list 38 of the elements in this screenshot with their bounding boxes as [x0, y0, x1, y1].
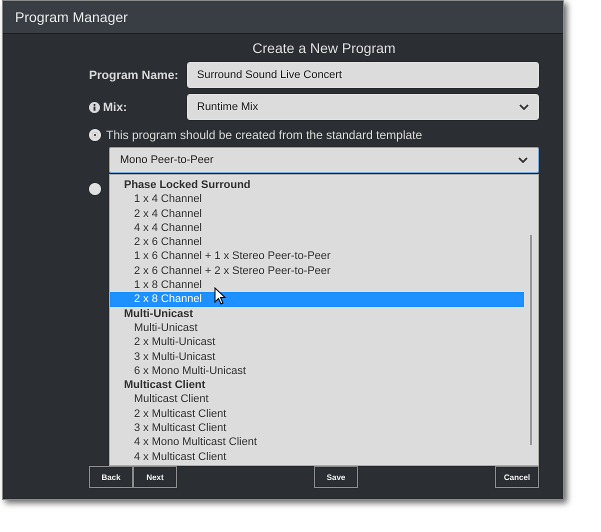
field-label: Mix: — [103, 100, 127, 114]
dialog-button[interactable]: Save — [314, 466, 358, 488]
dropdown-option[interactable]: 2 x Multi-Unicast — [110, 335, 524, 350]
caret-icon — [519, 104, 529, 110]
option-group-label[interactable]: Multi-Unicast — [110, 306, 524, 321]
dropdown-option[interactable]: 2 x 6 Channel — [110, 235, 524, 250]
dropdown-option[interactable]: 4 x Multicast Client — [110, 450, 524, 464]
radio-button[interactable] — [89, 183, 101, 195]
mix-select[interactable]: Runtime Mix — [187, 94, 539, 120]
option-group-label[interactable]: Phase Locked Surround — [110, 178, 524, 192]
radio-button[interactable] — [89, 129, 101, 141]
dropdown-option[interactable]: 1 x 4 Channel — [110, 192, 524, 207]
window-title: Program Manager — [15, 9, 128, 25]
dropdown-option[interactable]: 4 x 4 Channel — [110, 220, 524, 236]
dropdown-option[interactable]: 4 x Mono Multicast Client — [110, 435, 524, 450]
scrollbar-thumb[interactable] — [530, 235, 532, 445]
field-label: Program Name: — [89, 68, 178, 82]
dropdown-option[interactable]: 1 x 6 Channel + 1 x Stereo Peer-to-Peer — [110, 249, 524, 264]
dropdown-option[interactable]: Multi-Unicast — [110, 320, 524, 336]
dropdown-option[interactable]: 1 x 8 Channel — [110, 278, 524, 292]
caret-icon — [518, 157, 528, 163]
dropdown-option[interactable]: 6 x Mono Multi-Unicast — [110, 364, 524, 378]
dropdown-option[interactable]: 2 x Multicast Client — [110, 406, 524, 422]
dropdown-option[interactable]: 3 x Multi-Unicast — [110, 350, 524, 364]
info-icon[interactable] — [89, 102, 100, 112]
dropdown-option[interactable]: 3 x Multicast Client — [110, 421, 524, 436]
dropdown-option[interactable]: 2 x 6 Channel + 2 x Stereo Peer-to-Peer — [110, 264, 524, 278]
dialog-button[interactable]: Next — [133, 466, 177, 488]
dialog-button[interactable]: Back — [89, 466, 133, 488]
radio-label: This program should be created from the standard template — [106, 128, 422, 142]
option-group-label[interactable]: Multicast Client — [110, 378, 524, 392]
dropdown-option[interactable]: 2 x 4 Channel — [110, 206, 524, 221]
text-field[interactable]: Surround Sound Live Concert — [187, 62, 539, 88]
dialog-heading: Create a New Program — [251, 39, 397, 58]
dialog-button[interactable]: Cancel — [495, 466, 539, 488]
mouse-pointer-icon — [214, 287, 226, 305]
dropdown-option[interactable]: Multicast Client — [110, 392, 524, 407]
template-select[interactable]: Mono Peer-to-Peer — [109, 147, 539, 173]
